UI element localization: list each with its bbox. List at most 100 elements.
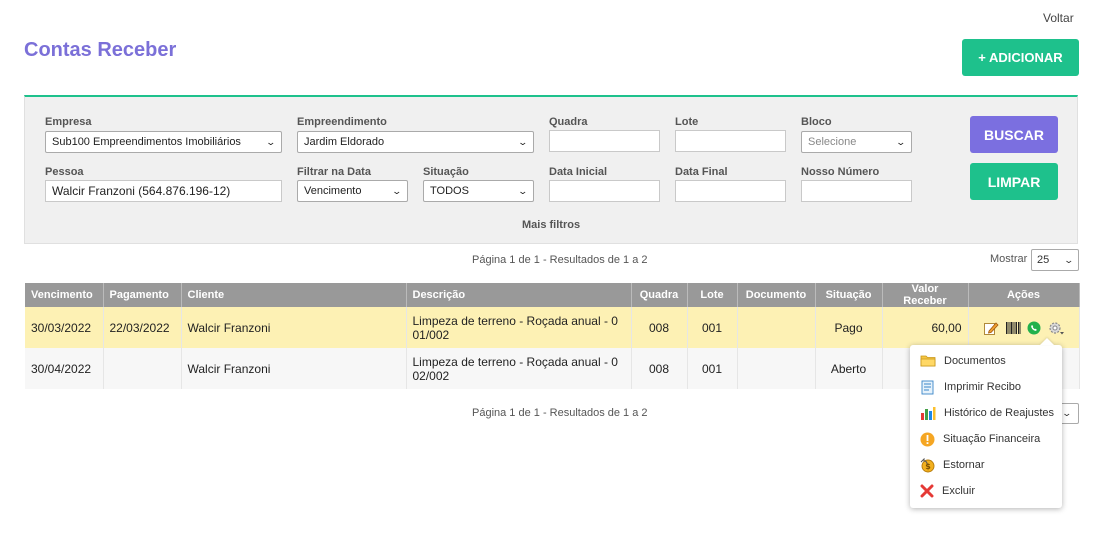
quadra-label: Quadra [549,116,588,128]
situacao-select[interactable]: TODOS ⌄ [423,180,534,202]
menu-item-imprimir-recibo[interactable]: Imprimir Recibo [920,378,1021,396]
cell-quadra: 008 [631,307,688,348]
warning-icon [920,432,935,446]
situacao-label: Situação [423,166,469,178]
chevron-down-icon: ⌄ [517,136,529,147]
col-header-lote[interactable]: Lote [687,283,738,307]
filter-panel: Empresa Sub100 Empreendimentos Imobiliár… [24,95,1078,244]
col-header-acoes: Ações [968,283,1080,307]
menu-item-documentos[interactable]: Documentos [920,352,1006,370]
cell-situacao: Pago [815,307,883,348]
bloco-select[interactable]: Selecione ⌄ [801,131,912,153]
edit-icon[interactable] [983,320,999,336]
barcode-icon[interactable] [1005,321,1021,335]
col-header-valor[interactable]: Valor Receber [882,283,969,307]
menu-item-label: Excluir [942,485,976,497]
cell-acoes [968,307,1080,348]
cell-descricao: Limpeza de terreno - Roçada anual - 0 02/… [406,348,632,389]
pagination-info-bottom: Página 1 de 1 - Resultados de 1 a 2 [472,407,648,419]
more-filters-link[interactable]: Mais filtros [522,219,580,231]
data-inicial-label: Data Inicial [549,166,608,178]
menu-item-historico-reajustes[interactable]: Histórico de Reajustes [920,404,1054,422]
cell-pagamento [103,348,182,389]
data-inicial-input[interactable] [549,180,660,202]
svg-text:$: $ [925,462,931,471]
cell-cliente: Walcir Franzoni [181,307,407,348]
refund-coin-icon: $ [920,457,935,472]
chevron-down-icon: ⌄ [1061,408,1072,418]
page-size-select[interactable]: 25 ⌄ [1031,249,1079,271]
clear-button[interactable]: LIMPAR [970,163,1058,200]
col-header-descricao[interactable]: Descrição [406,283,632,307]
col-header-cliente[interactable]: Cliente [181,283,407,307]
chevron-down-icon: ⌄ [895,136,907,147]
filtrar-data-value: Vencimento [304,185,362,197]
data-final-input[interactable] [675,180,786,202]
bloco-placeholder: Selecione [808,136,857,148]
descricao-line-2: 01/002 [412,327,450,342]
col-header-pagamento[interactable]: Pagamento [103,283,182,307]
empresa-label: Empresa [45,116,92,128]
menu-item-label: Estornar [943,459,985,471]
chevron-down-icon: ⌄ [391,185,403,196]
filtrar-data-label: Filtrar na Data [297,166,371,178]
menu-item-excluir[interactable]: Excluir [920,482,975,500]
delete-x-icon [920,484,934,498]
filtrar-data-select[interactable]: Vencimento ⌄ [297,180,408,202]
cell-cliente: Walcir Franzoni [181,348,407,389]
descricao-line-1: Limpeza de terreno - Roçada anual - 0 [412,313,618,328]
empreendimento-value: Jardim Eldorado [304,136,385,148]
pessoa-label: Pessoa [45,166,84,178]
cell-descricao: Limpeza de terreno - Roçada anual - 0 01/… [406,307,632,348]
chevron-down-icon: ⌄ [1063,254,1075,265]
col-header-documento[interactable]: Documento [737,283,816,307]
col-header-quadra[interactable]: Quadra [631,283,688,307]
cell-valor: 60,00 [882,307,969,348]
page-size-value: 25 [1037,254,1050,266]
folder-icon [920,355,936,367]
add-button[interactable]: + ADICIONAR [962,39,1079,76]
descricao-line-2: 02/002 [412,368,450,383]
empresa-select[interactable]: Sub100 Empreendimentos Imobiliários ⌄ [45,131,282,153]
cell-vencimento: 30/03/2022 [25,307,104,348]
chevron-down-icon: ⌄ [517,185,529,196]
lote-label: Lote [675,116,699,128]
actions-menu: Documentos Imprimir Recibo Histórico de … [910,345,1062,508]
whatsapp-icon[interactable] [1027,321,1041,335]
chevron-down-icon: ⌄ [265,136,277,147]
table-header-row: Vencimento Pagamento Cliente Descrição Q… [25,283,1080,307]
cell-documento [737,307,816,348]
lote-input[interactable] [675,130,786,152]
cell-documento [737,348,816,389]
empresa-value: Sub100 Empreendimentos Imobiliários [52,136,241,148]
situacao-value: TODOS [430,185,469,197]
empreendimento-label: Empreendimento [297,116,387,128]
menu-item-label: Situação Financeira [943,433,1041,445]
gear-icon[interactable] [1047,320,1065,336]
col-header-situacao[interactable]: Situação [815,283,883,307]
menu-item-situacao-financeira[interactable]: Situação Financeira [920,430,1040,448]
menu-item-label: Imprimir Recibo [944,381,1022,393]
menu-item-estornar[interactable]: $ Estornar [920,456,985,474]
menu-item-label: Histórico de Reajustes [944,407,1055,419]
empreendimento-select[interactable]: Jardim Eldorado ⌄ [297,131,534,153]
bar-chart-icon [921,406,936,420]
search-button[interactable]: BUSCAR [970,116,1058,153]
quadra-input[interactable] [549,130,660,152]
nosso-numero-label: Nosso Número [801,166,880,178]
cell-lote: 001 [687,348,738,389]
table-row[interactable]: 30/03/2022 22/03/2022 Walcir Franzoni Li… [25,307,1080,348]
receipt-icon [921,380,934,394]
descricao-line-1: Limpeza de terreno - Roçada anual - 0 [412,354,618,369]
pessoa-input[interactable]: Walcir Franzoni (564.876.196-12) [45,180,282,202]
col-header-vencimento[interactable]: Vencimento [25,283,104,307]
cell-lote: 001 [687,307,738,348]
page-size-label: Mostrar [990,253,1028,265]
back-link[interactable]: Voltar [1043,11,1074,25]
bloco-label: Bloco [801,116,832,128]
cell-vencimento: 30/04/2022 [25,348,104,389]
data-final-label: Data Final [675,166,728,178]
nosso-numero-input[interactable] [801,180,912,202]
pagination-info-top: Página 1 de 1 - Resultados de 1 a 2 [472,254,648,266]
page-title: Contas Receber [24,39,177,61]
